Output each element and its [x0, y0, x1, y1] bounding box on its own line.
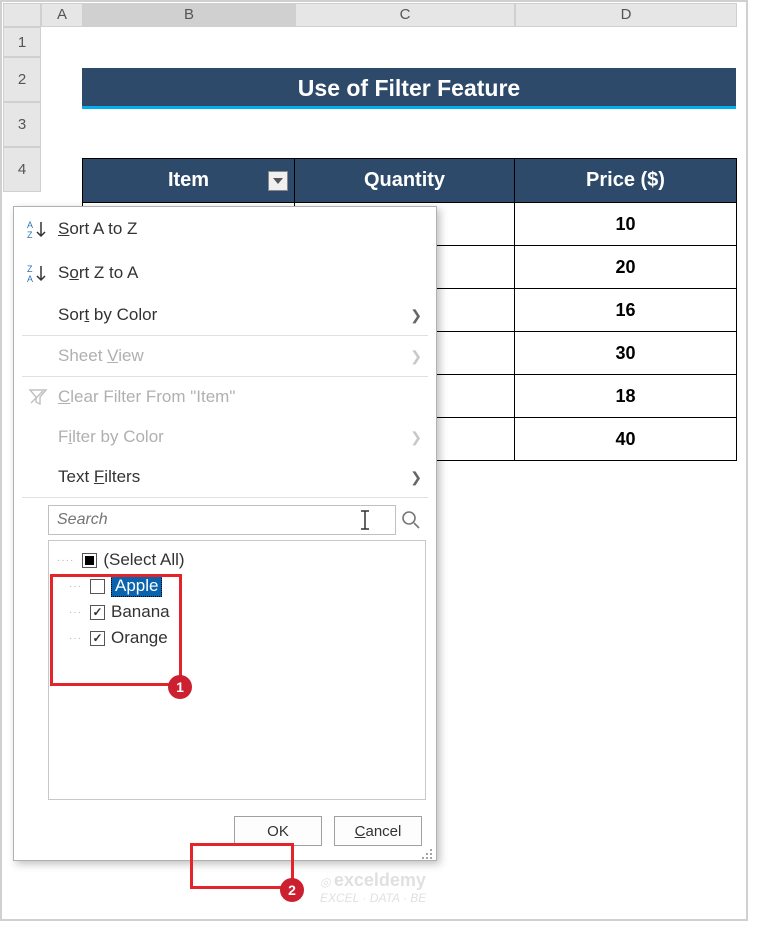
sort-az-label: Sort A to Z — [58, 219, 422, 239]
col-header-d[interactable]: D — [515, 3, 737, 27]
header-price: Price ($) — [515, 159, 737, 203]
clear-filter: Clear Filter From "Item" — [14, 377, 436, 417]
chevron-right-icon: ❯ — [410, 307, 422, 324]
price-cell[interactable]: 10 — [515, 203, 737, 246]
search-wrap — [48, 504, 426, 536]
sort-by-color[interactable]: Sort by Color ❯ — [14, 295, 436, 335]
text-filters-label: Text Filters — [58, 467, 410, 487]
filter-item-banana[interactable]: ··· Banana — [57, 599, 417, 625]
sort-za-label: Sort Z to A — [58, 263, 422, 283]
orange-label: Orange — [111, 628, 168, 648]
text-filters[interactable]: Text Filters ❯ — [14, 457, 436, 497]
callout-2: 2 — [280, 878, 304, 902]
apple-label: Apple — [111, 575, 162, 597]
sort-by-color-label: Sort by Color — [58, 305, 410, 325]
svg-text:A: A — [27, 274, 33, 283]
clear-filter-label: Clear Filter From "Item" — [58, 387, 422, 407]
price-cell[interactable]: 30 — [515, 332, 737, 375]
page-title: Use of Filter Feature — [82, 68, 736, 109]
filter-item-apple[interactable]: ··· Apple — [57, 573, 417, 599]
button-row: OK Cancel — [14, 800, 436, 860]
filter-items-list: ···· (Select All) ··· Apple ··· Banana ·… — [48, 540, 426, 800]
select-all-label: (Select All) — [103, 550, 184, 570]
ok-button[interactable]: OK — [234, 816, 322, 846]
sheet-view-label: Sheet View — [58, 346, 410, 366]
row-header-1[interactable]: 1 — [3, 27, 41, 57]
chevron-down-icon — [273, 178, 283, 184]
sort-za-icon: ZA — [24, 263, 52, 283]
checkbox-checked[interactable] — [90, 631, 105, 646]
text-cursor-icon — [358, 509, 372, 531]
clear-filter-icon — [24, 388, 52, 406]
cancel-button[interactable]: Cancel — [334, 816, 422, 846]
checkbox-checked[interactable] — [90, 605, 105, 620]
sheet-view: Sheet View ❯ — [14, 336, 436, 376]
header-quantity: Quantity — [295, 159, 515, 203]
filter-menu: AZ Sort A to Z ZA Sort Z to A Sort by Co… — [13, 206, 437, 861]
svg-text:Z: Z — [27, 264, 33, 274]
filter-item-select-all[interactable]: ···· (Select All) — [57, 547, 417, 573]
row-header-3[interactable]: 3 — [3, 102, 41, 147]
svg-text:A: A — [27, 220, 33, 230]
filter-by-color-label: Filter by Color — [58, 427, 410, 447]
sort-az-icon: AZ — [24, 219, 52, 239]
menu-separator — [22, 497, 428, 498]
sort-za[interactable]: ZA Sort Z to A — [14, 251, 436, 295]
banana-label: Banana — [111, 602, 170, 622]
row-header-2[interactable]: 2 — [3, 57, 41, 102]
price-cell[interactable]: 20 — [515, 246, 737, 289]
chevron-right-icon: ❯ — [410, 429, 422, 446]
price-cell[interactable]: 40 — [515, 418, 737, 461]
chevron-right-icon: ❯ — [410, 469, 422, 486]
price-cell[interactable]: 18 — [515, 375, 737, 418]
checkbox-partial[interactable] — [82, 553, 97, 568]
svg-text:Z: Z — [27, 230, 33, 239]
header-item: Item — [83, 159, 295, 203]
col-header-a[interactable]: A — [41, 3, 83, 27]
chevron-right-icon: ❯ — [410, 348, 422, 365]
col-header-c[interactable]: C — [295, 3, 515, 27]
price-cell[interactable]: 16 — [515, 289, 737, 332]
callout-1: 1 — [168, 675, 192, 699]
search-input[interactable] — [48, 505, 396, 535]
header-item-label: Item — [168, 169, 209, 191]
select-all-corner[interactable] — [3, 3, 41, 27]
resize-grip-icon[interactable] — [421, 845, 433, 857]
col-header-b[interactable]: B — [83, 3, 295, 27]
search-icon[interactable] — [396, 510, 426, 530]
filter-item-orange[interactable]: ··· Orange — [57, 625, 417, 651]
filter-by-color: Filter by Color ❯ — [14, 417, 436, 457]
column-headers: A B C D — [3, 3, 737, 27]
checkbox-unchecked[interactable] — [90, 579, 105, 594]
filter-dropdown-button[interactable] — [268, 171, 288, 191]
sort-az[interactable]: AZ Sort A to Z — [14, 207, 436, 251]
row-header-4[interactable]: 4 — [3, 147, 41, 192]
row-headers: 1 2 3 4 — [3, 27, 41, 192]
